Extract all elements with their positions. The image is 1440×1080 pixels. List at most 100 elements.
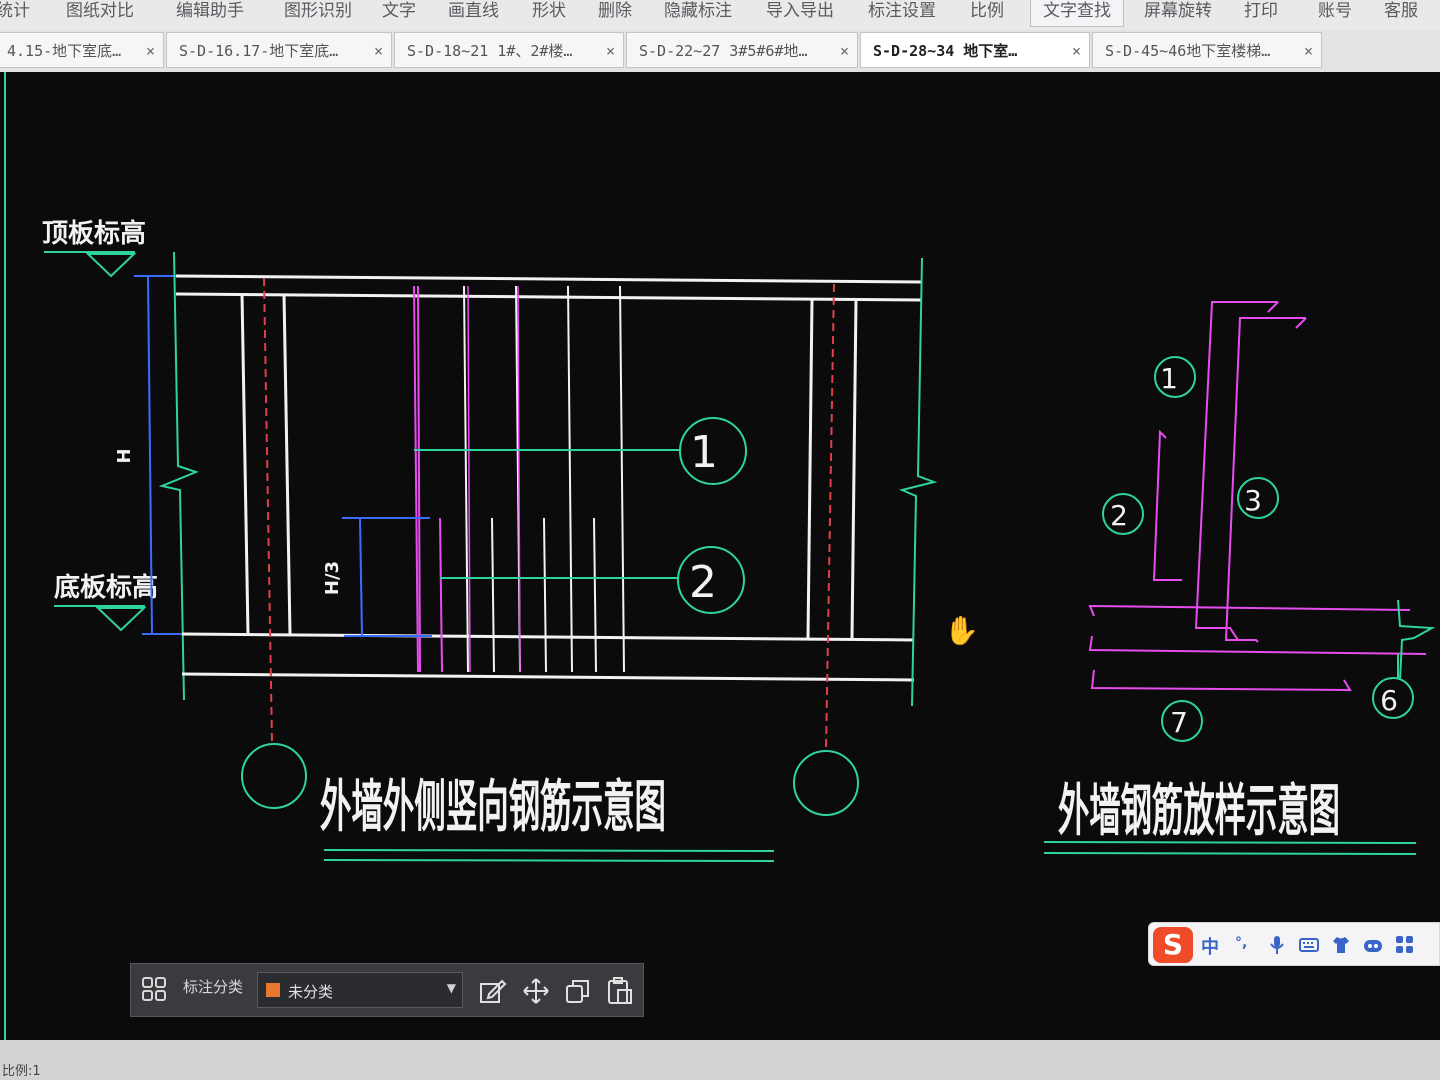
- chevron-down-icon: ▼: [446, 981, 456, 995]
- tab-close-icon[interactable]: ×: [146, 33, 155, 67]
- menu-draw-line[interactable]: 画直线: [448, 0, 499, 26]
- sogou-logo-icon[interactable]: S: [1153, 927, 1193, 963]
- detail-bar-1: [1194, 301, 1278, 641]
- rebar-short-1: [439, 517, 443, 673]
- microphone-icon[interactable]: [1267, 935, 1287, 955]
- rebar-long-3b: [517, 285, 521, 673]
- rebar-long-2: [463, 285, 469, 673]
- emoji-icon[interactable]: [1363, 935, 1383, 955]
- top-elevation-label: 顶板标高: [42, 218, 146, 249]
- rebar-long-4: [567, 285, 573, 673]
- dimension-h-label: H: [114, 448, 135, 463]
- dimension-h3-line: [359, 517, 363, 637]
- left-title-underline-1: [323, 849, 775, 852]
- annotation-toolbar: 标注分类 未分类 ▼: [130, 963, 644, 1017]
- detail-bar-1-hook: [1267, 301, 1279, 313]
- menu-shape-recognition[interactable]: 图形识别: [284, 0, 352, 26]
- dimension-h3-label: H/3: [322, 561, 343, 595]
- tab-document-2[interactable]: S-D-16.17-地下室底… ×: [166, 32, 392, 68]
- menu-screen-rotate[interactable]: 屏幕旋转: [1144, 0, 1212, 26]
- drawing-canvas[interactable]: 顶板标高 底板标高 H H/3 1 2 外墙外侧竖向钢筋示意图 ✋ 1 2 3 …: [0, 72, 1440, 1040]
- tab-close-icon[interactable]: ×: [374, 33, 383, 67]
- detail-bar-7: [1090, 669, 1352, 692]
- tab-close-icon[interactable]: ×: [1072, 33, 1081, 67]
- left-drawing-title: 外墙外侧竖向钢筋示意图: [320, 775, 666, 840]
- top-elevation-triangle: [85, 253, 137, 278]
- tab-document-1[interactable]: 4.15-地下室底… ×: [0, 32, 164, 68]
- top-slab-line-2: [175, 292, 923, 302]
- menu-annotation-settings[interactable]: 标注设置: [868, 0, 936, 26]
- shirt-icon[interactable]: [1331, 935, 1351, 955]
- apps-icon[interactable]: [1395, 935, 1415, 955]
- category-grid-icon[interactable]: [141, 976, 167, 1002]
- menu-shape[interactable]: 形状: [532, 0, 566, 26]
- detail-callout-3-number: 3: [1244, 484, 1262, 517]
- detail-bar-2: [1152, 429, 1182, 581]
- detail-callout-1-number: 1: [1160, 362, 1178, 395]
- document-tab-bar: 4.15-地下室底… × S-D-16.17-地下室底… × S-D-18~21…: [0, 30, 1440, 72]
- copy-icon[interactable]: [563, 976, 593, 1006]
- menu-hide-annotation[interactable]: 隐藏标注: [664, 0, 732, 26]
- detail-bar-bottom-slab: [1088, 635, 1427, 655]
- tab-close-icon[interactable]: ×: [606, 33, 615, 67]
- menu-account[interactable]: 账号: [1318, 0, 1352, 26]
- tab-close-icon[interactable]: ×: [840, 33, 849, 67]
- tab-label: S-D-18~21 1#、2#楼…: [407, 42, 573, 60]
- left-column-line-2: [282, 293, 292, 635]
- scale-status: 比例:1: [2, 1064, 41, 1079]
- bottom-elevation-label: 底板标高: [54, 572, 158, 603]
- bottom-elevation-triangle: [95, 607, 147, 632]
- annotation-category-select[interactable]: 未分类 ▼: [257, 972, 463, 1008]
- ime-mode-toggle[interactable]: 中: [1201, 933, 1219, 959]
- rebar-short-3: [543, 517, 547, 673]
- menu-stats[interactable]: 统计: [0, 0, 30, 26]
- right-column-line-1: [806, 299, 814, 639]
- menu-scale[interactable]: 比例: [970, 0, 1004, 26]
- menu-text-search[interactable]: 文字查找: [1030, 0, 1124, 27]
- ime-punctuation-toggle[interactable]: °,: [1235, 935, 1247, 951]
- top-slab-line-1: [175, 274, 923, 284]
- detail-bar-top-slab: [1088, 604, 1411, 617]
- annotation-category-label: 标注分类: [183, 978, 244, 996]
- edit-icon[interactable]: [477, 976, 507, 1006]
- callout-1-number: 1: [690, 427, 718, 478]
- paste-icon[interactable]: [605, 976, 635, 1006]
- keyboard-icon[interactable]: [1299, 935, 1319, 955]
- status-bar: 比例:1: [0, 1040, 1440, 1080]
- tab-label: S-D-28~34 地下室…: [873, 42, 1018, 60]
- rebar-short-2: [491, 517, 495, 673]
- tab-label: 4.15-地下室底…: [7, 42, 122, 60]
- tab-document-5-active[interactable]: S-D-28~34 地下室… ×: [860, 32, 1090, 68]
- menu-print[interactable]: 打印: [1244, 0, 1278, 26]
- detail-callout-2-number: 2: [1110, 499, 1128, 532]
- tab-document-3[interactable]: S-D-18~21 1#、2#楼… ×: [394, 32, 624, 68]
- menu-text[interactable]: 文字: [382, 0, 416, 26]
- detail-slab-break-line: [1397, 599, 1436, 681]
- tab-document-4[interactable]: S-D-22~27 3#5#6#地… ×: [626, 32, 858, 68]
- tab-label: S-D-22~27 3#5#6#地…: [639, 42, 808, 60]
- right-title-underline-1: [1043, 841, 1417, 844]
- right-drawing-title: 外墙钢筋放样示意图: [1058, 779, 1340, 844]
- tab-label: S-D-45~46地下室楼梯…: [1105, 42, 1271, 60]
- tab-label: S-D-16.17-地下室底…: [179, 42, 339, 60]
- detail-callout-6-number: 6: [1380, 684, 1398, 717]
- category-selected-value: 未分类: [288, 983, 334, 1001]
- left-column-line-1: [240, 293, 250, 635]
- ime-toolbar: S 中 °,: [1148, 922, 1440, 966]
- axis-bubble-right: [793, 750, 859, 816]
- tab-document-6[interactable]: S-D-45~46地下室楼梯… ×: [1092, 32, 1322, 68]
- rebar-short-4: [593, 517, 597, 673]
- menu-support[interactable]: 客服: [1384, 0, 1418, 26]
- move-icon[interactable]: [521, 976, 551, 1006]
- left-title-underline-2: [323, 859, 775, 862]
- bottom-slab-line-1: [181, 632, 915, 642]
- menu-edit-assistant[interactable]: 编辑助手: [176, 0, 244, 26]
- axis-line-left: [263, 277, 273, 743]
- detail-bar-3-hook: [1295, 317, 1307, 329]
- tab-close-icon[interactable]: ×: [1304, 33, 1313, 67]
- menu-drawing-compare[interactable]: 图纸对比: [66, 0, 134, 26]
- menu-delete[interactable]: 删除: [598, 0, 632, 26]
- right-title-underline-2: [1043, 852, 1417, 855]
- menu-import-export[interactable]: 导入导出: [766, 0, 834, 26]
- bottom-slab-line-2: [181, 672, 915, 682]
